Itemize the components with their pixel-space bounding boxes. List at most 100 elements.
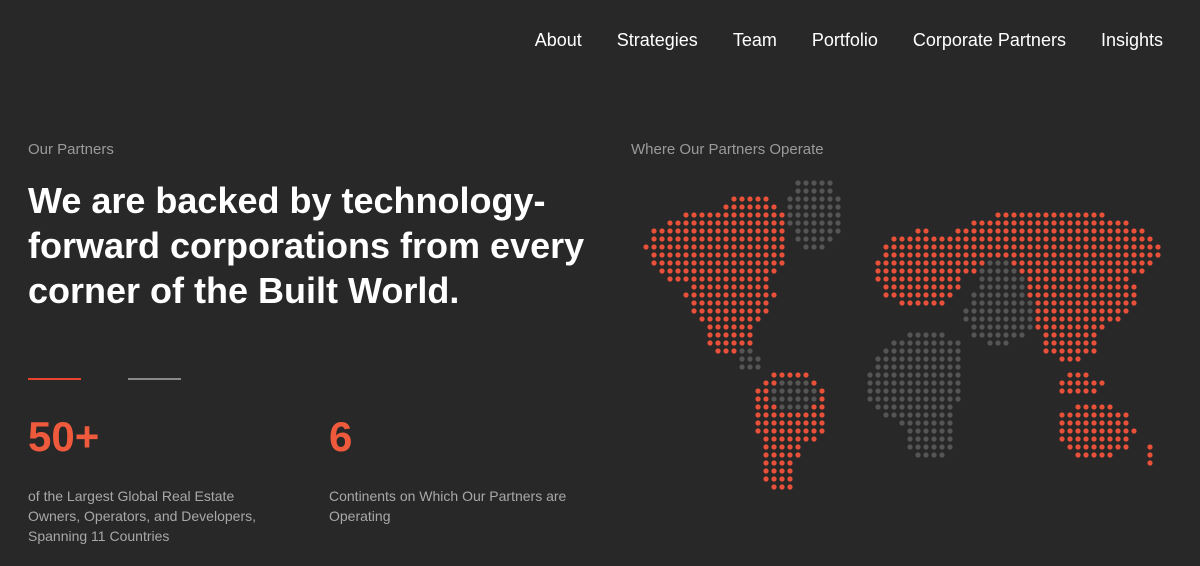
map-dot xyxy=(915,300,921,306)
map-dot xyxy=(1075,404,1081,410)
map-dot xyxy=(651,260,657,266)
map-dot xyxy=(1075,276,1081,282)
stat-description: Continents on Which Our Partners are Ope… xyxy=(329,488,567,524)
map-dot xyxy=(955,228,961,234)
map-dot xyxy=(1083,348,1089,354)
map-dot xyxy=(987,252,993,258)
map-dot xyxy=(1051,276,1057,282)
map-dot xyxy=(891,372,897,378)
map-dot xyxy=(1067,388,1073,394)
slider-indicator-inactive[interactable] xyxy=(128,378,181,380)
map-dot xyxy=(979,236,985,242)
map-dot xyxy=(763,228,769,234)
map-dot xyxy=(979,220,985,226)
map-dot xyxy=(1075,380,1081,386)
map-dot xyxy=(691,268,697,274)
map-dot xyxy=(659,236,665,242)
map-dot xyxy=(987,292,993,298)
map-dot xyxy=(1003,212,1009,218)
map-dot xyxy=(747,308,753,314)
map-dot xyxy=(763,268,769,274)
map-dot xyxy=(1043,212,1049,218)
map-dot xyxy=(1059,212,1065,218)
map-dot xyxy=(931,348,937,354)
nav-about[interactable]: About xyxy=(535,28,582,52)
map-dot xyxy=(723,276,729,282)
map-dot xyxy=(1115,420,1121,426)
map-dot xyxy=(707,300,713,306)
map-dot xyxy=(915,292,921,298)
map-dot xyxy=(723,348,729,354)
map-dot xyxy=(947,428,953,434)
map-dot xyxy=(739,316,745,322)
map-dot xyxy=(1139,260,1145,266)
map-dot xyxy=(947,380,953,386)
map-dot xyxy=(651,244,657,250)
map-dot xyxy=(1099,252,1105,258)
map-dot xyxy=(923,444,929,450)
map-dot xyxy=(811,388,817,394)
map-dot xyxy=(739,244,745,250)
map-dot xyxy=(763,300,769,306)
map-dot xyxy=(1075,356,1081,362)
map-dot xyxy=(931,244,937,250)
map-dot xyxy=(1067,292,1073,298)
map-dot xyxy=(1091,228,1097,234)
map-dot xyxy=(931,452,937,458)
map-dot xyxy=(947,340,953,346)
map-dot xyxy=(1131,228,1137,234)
map-dot xyxy=(771,228,777,234)
map-dot xyxy=(1147,260,1153,266)
map-dot xyxy=(1115,268,1121,274)
map-dot xyxy=(923,412,929,418)
map-dot xyxy=(779,476,785,482)
map-dot xyxy=(795,228,801,234)
map-dot xyxy=(803,180,809,186)
nav-team[interactable]: Team xyxy=(733,28,777,52)
map-dot xyxy=(683,276,689,282)
map-dot xyxy=(699,316,705,322)
map-dot xyxy=(931,332,937,338)
map-dot xyxy=(883,412,889,418)
nav-strategies[interactable]: Strategies xyxy=(617,28,698,52)
map-dot xyxy=(1091,252,1097,258)
map-dot xyxy=(907,420,913,426)
nav-portfolio[interactable]: Portfolio xyxy=(812,28,878,52)
map-dot xyxy=(1139,268,1145,274)
map-dot xyxy=(915,236,921,242)
map-dot xyxy=(883,356,889,362)
map-dot xyxy=(1139,252,1145,258)
map-dot xyxy=(947,396,953,402)
map-dot xyxy=(763,420,769,426)
map-dot xyxy=(795,396,801,402)
map-dot xyxy=(931,252,937,258)
nav-corporate-partners[interactable]: Corporate Partners xyxy=(913,28,1066,52)
map-dot xyxy=(763,460,769,466)
map-dot xyxy=(827,180,833,186)
map-dot xyxy=(939,300,945,306)
map-dot xyxy=(931,268,937,274)
map-dot xyxy=(763,292,769,298)
map-dot xyxy=(1075,428,1081,434)
map-dot xyxy=(723,292,729,298)
map-dot xyxy=(771,388,777,394)
map-dot xyxy=(763,404,769,410)
map-dot xyxy=(883,268,889,274)
map-dot xyxy=(819,236,825,242)
map-dot xyxy=(891,388,897,394)
map-dot xyxy=(971,268,977,274)
nav-insights[interactable]: Insights xyxy=(1101,28,1163,52)
map-dot xyxy=(899,356,905,362)
map-dot xyxy=(923,252,929,258)
map-dot xyxy=(923,364,929,370)
slider-indicator-active[interactable] xyxy=(28,378,81,380)
map-dot xyxy=(1123,412,1129,418)
map-dot xyxy=(1083,284,1089,290)
map-dot xyxy=(763,276,769,282)
map-dot xyxy=(883,404,889,410)
map-dot xyxy=(971,220,977,226)
map-dot xyxy=(707,332,713,338)
map-dot xyxy=(1107,220,1113,226)
map-dot xyxy=(723,300,729,306)
map-dot xyxy=(747,340,753,346)
